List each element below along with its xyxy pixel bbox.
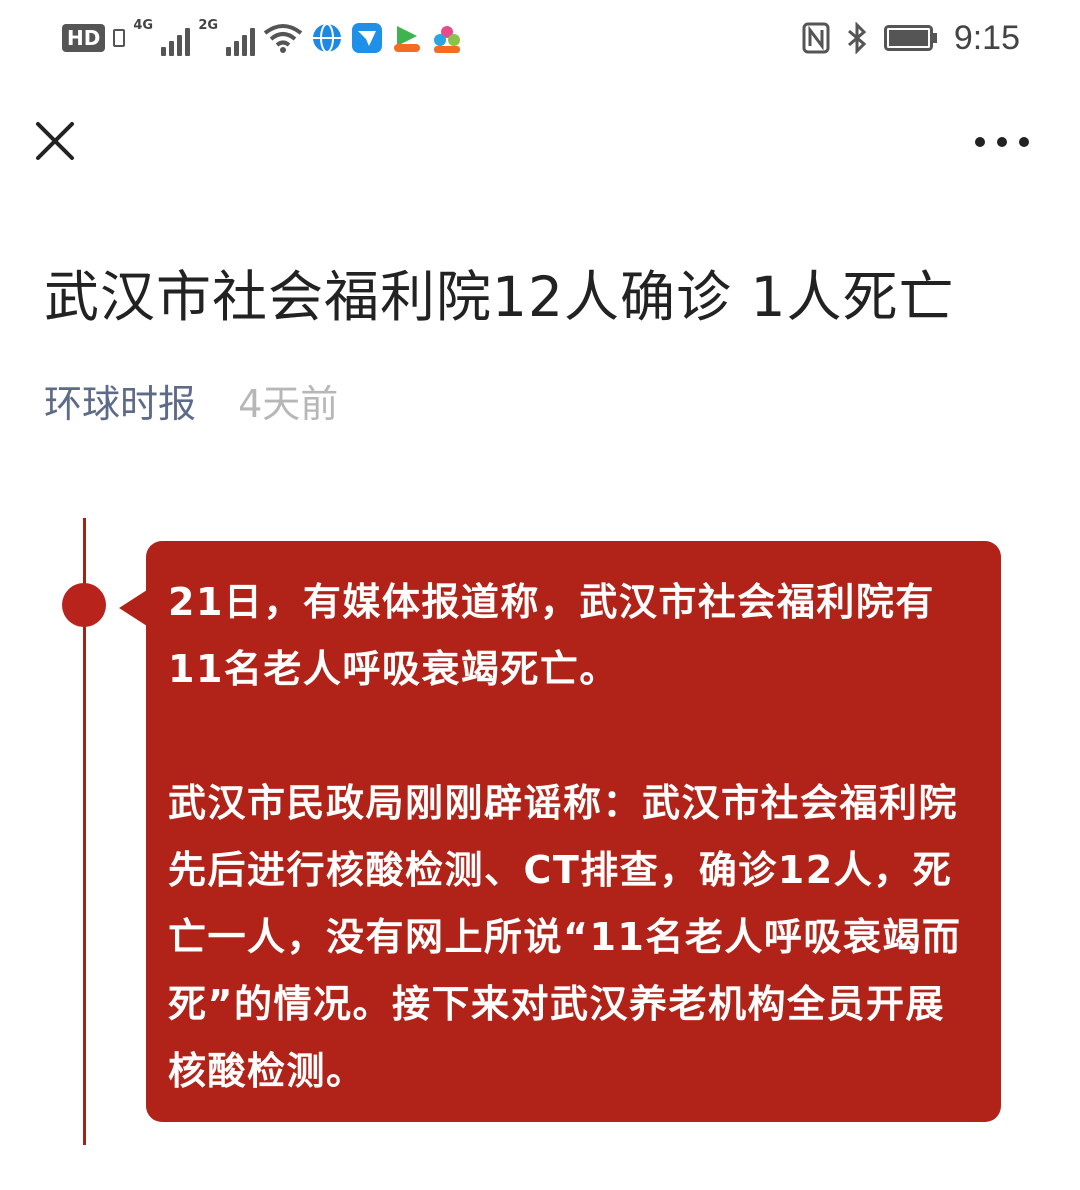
source-link[interactable]: 环球时报	[44, 382, 196, 426]
clock: 9:15	[953, 18, 1020, 57]
status-bar: HD 4G 2G 9:15	[0, 0, 1080, 80]
community-app-icon	[434, 26, 461, 53]
signal-2g-icon: 2G	[198, 18, 256, 56]
wifi-icon	[264, 24, 303, 53]
timeline-dot	[62, 583, 106, 627]
hd-icon: HD	[62, 24, 106, 52]
network-label-1: 4G	[133, 18, 154, 33]
nav-bar	[0, 80, 1080, 210]
card-paragraph-1: 21日，有媒体报道称，武汉市社会福利院有11名老人呼吸衰竭死亡。	[168, 580, 935, 691]
sim-icon	[113, 29, 126, 47]
signal-4g-icon: 4G	[133, 18, 191, 56]
status-left: HD 4G 2G	[62, 18, 463, 58]
nfc-icon	[802, 22, 830, 54]
card-pointer	[119, 590, 147, 626]
close-icon[interactable]	[30, 116, 80, 166]
message-icon	[352, 23, 383, 53]
video-app-icon	[394, 26, 421, 52]
browser-icon	[313, 23, 342, 53]
publish-time: 4天前	[238, 382, 339, 426]
news-card: 21日，有媒体报道称，武汉市社会福利院有11名老人呼吸衰竭死亡。 武汉市民政局刚…	[146, 541, 1001, 1122]
more-icon[interactable]	[972, 130, 1032, 154]
battery-icon	[883, 25, 937, 51]
bluetooth-icon	[847, 22, 867, 54]
card-paragraph-2: 武汉市民政局刚刚辟谣称：武汉市社会福利院先后进行核酸检测、CT排查，确诊12人，…	[168, 781, 962, 1093]
article-meta: 环球时报 4天前	[44, 378, 338, 430]
status-right: 9:15	[802, 16, 1020, 60]
article-title: 武汉市社会福利院12人确诊 1人死亡	[44, 265, 955, 329]
network-label-2: 2G	[198, 18, 219, 33]
